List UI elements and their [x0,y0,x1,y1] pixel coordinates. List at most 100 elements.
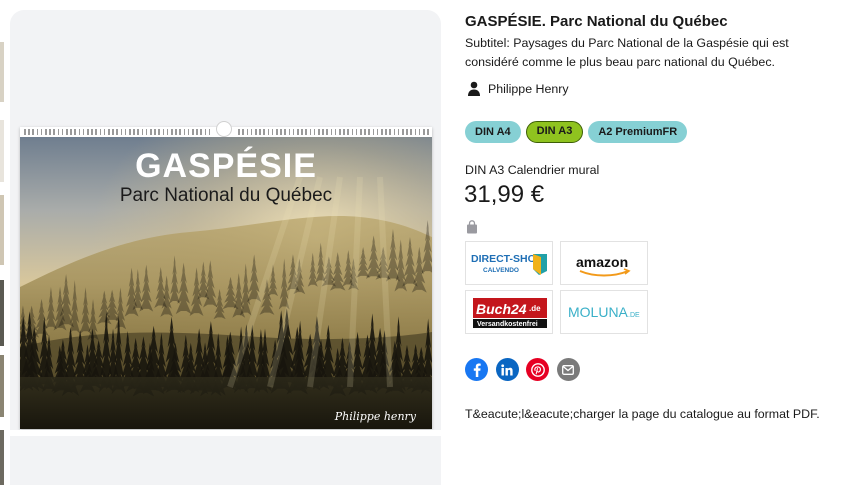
binding-ring [129,129,131,135]
binding-ring [137,129,139,135]
binding-ring [175,129,177,135]
binding-ring [87,129,89,135]
binding-ring [78,129,81,135]
binding-ring [397,129,400,135]
binding-ring [418,129,421,135]
binding-ring [28,129,30,135]
binding-ring [347,129,349,135]
binding-ring [280,129,282,135]
pinterest-icon[interactable] [526,358,549,381]
binding-ring [238,129,240,135]
binding-ring [200,129,202,135]
binding-ring [364,129,366,135]
binding-ring [242,129,244,135]
binding-ring [368,129,370,135]
binding-ring [343,129,345,135]
binding-ring [414,129,417,135]
binding-ring [61,129,64,135]
binding-ring [292,129,295,135]
thumbnail[interactable] [0,42,4,102]
shop-moluna[interactable]: MOLUNA .DE [560,290,648,334]
thumbnail-strip [0,0,4,485]
format-button-din-a4[interactable]: DIN A4 [465,121,521,143]
shop-amazon[interactable]: amazon [560,241,648,285]
thumbnail[interactable] [0,430,4,485]
binding-ring [166,129,169,135]
binding-ring [74,129,76,135]
binding-ring [305,129,307,135]
binding-ring [133,129,135,135]
shop-direct-shop-calvendo[interactable]: DIRECT-SHOP CALVENDO [465,241,553,285]
binding-ring [162,129,165,135]
binding-ring [402,129,404,135]
binding-ring [103,129,106,135]
binding-ring [99,129,102,135]
calendar-photo: GASPÉSIE Parc National du Québec Philipp… [20,137,432,429]
binding-ring [288,129,291,135]
binding-ring [120,129,123,135]
binding-ring [376,129,379,135]
svg-text:Versandkostenfrei: Versandkostenfrei [477,321,538,328]
binding-ring [309,129,312,135]
binding-ring [141,129,144,135]
binding-ring [158,129,160,135]
catalog-pdf-link[interactable]: T&eacute;l&eacute;charger la page du cat… [465,407,820,421]
binding-ring [318,129,320,135]
binding-ring [70,129,72,135]
svg-text:Buch24: Buch24 [476,301,527,317]
moluna-logo: MOLUNA .DE [568,304,640,320]
calendar-preview[interactable]: GASPÉSIE Parc National du Québec Philipp… [20,121,432,429]
binding-ring [196,129,198,135]
binding-ring [326,129,328,135]
thumbnail[interactable] [0,280,4,346]
svg-text:.de: .de [529,304,541,313]
binding-ring [284,129,286,135]
binding-ring [187,129,190,135]
mail-icon[interactable] [556,358,580,381]
binding-ring [154,129,156,135]
thumbnail[interactable] [0,195,4,265]
binding-ring [381,129,383,135]
facebook-icon[interactable] [465,358,488,381]
binding-ring [208,129,211,135]
binding-ring [32,129,34,135]
binding-ring [263,129,265,135]
thumbnail[interactable] [0,355,4,417]
binding-ring [145,129,148,135]
thumbnail[interactable] [0,120,4,182]
binding-ring [255,129,257,135]
binding-ring [192,129,194,135]
binding-ring [339,129,341,135]
binding-ring [246,129,249,135]
binding-ring [372,129,375,135]
format-button-din-a3[interactable]: DIN A3 [525,121,584,143]
binding-ring [360,129,362,135]
binding-ring [297,129,299,135]
binding-ring [124,129,127,135]
linkedin-icon[interactable] [495,358,519,381]
binding-ring [45,129,47,135]
gallery-lower-panel [10,430,441,485]
product-info: GASPÉSIE. Parc National du Québec Subtit… [465,12,855,72]
author[interactable]: Philippe Henry [465,80,569,98]
author-name[interactable]: Philippe Henry [488,82,569,96]
price: 31,99 € [464,181,545,208]
binding-ring [116,129,118,135]
binding-ring [330,129,333,135]
calendar-subtitle: Parc National du Québec [119,185,333,206]
binding-ring [322,129,324,135]
format-button-a2-premium[interactable]: A2 PremiumFR [588,121,688,143]
binding-ring [271,129,274,135]
binding-ring [112,129,114,135]
svg-text:CALVENDO: CALVENDO [483,267,519,274]
binding-ring [91,129,93,135]
binding-ring [267,129,270,135]
binding-ring [36,129,39,135]
product-subtitle: Subtitel: Paysages du Parc National de l… [465,36,789,69]
binding-ring [259,129,261,135]
shop-buch24[interactable]: Buch24 .de Versandkostenfrei [465,290,553,334]
direct-shop-logo: DIRECT-SHOP CALVENDO [471,253,547,275]
amazon-logo: amazon [576,254,631,277]
binding-ring [427,129,429,135]
binding-ring [204,129,207,135]
